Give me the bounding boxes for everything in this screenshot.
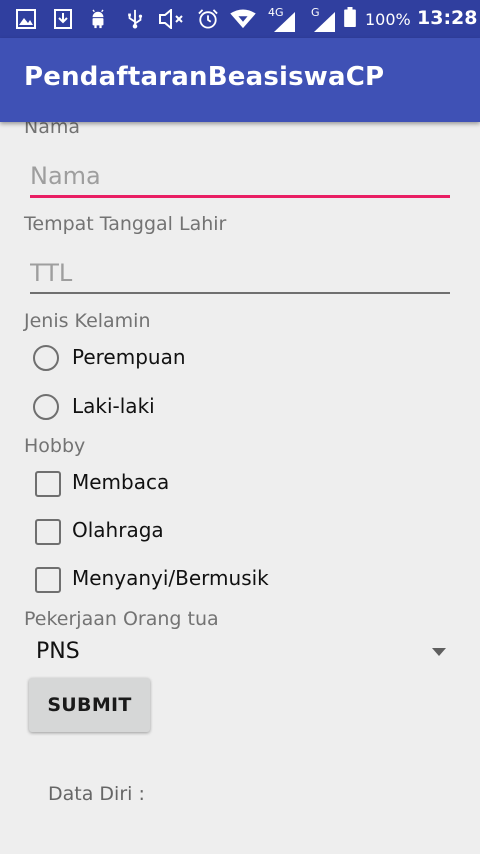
checkbox-icon bbox=[35, 567, 61, 593]
checkbox-menyanyi-label: Menyanyi/Bermusik bbox=[72, 566, 269, 590]
ttl-underline bbox=[30, 292, 450, 294]
radio-button-icon bbox=[33, 394, 59, 420]
android-icon bbox=[92, 9, 104, 29]
radio-perempuan[interactable]: Perempuan bbox=[32, 343, 332, 377]
nama-input[interactable] bbox=[30, 156, 450, 196]
dropdown-arrow-icon bbox=[432, 648, 446, 656]
alarm-icon bbox=[198, 9, 218, 29]
clock-time: 13:28 bbox=[417, 7, 478, 29]
ttl-label: Tempat Tanggal Lahir bbox=[24, 213, 227, 235]
submit-button[interactable]: SUBMIT bbox=[29, 678, 150, 732]
app-title: PendaftaranBeasiswaCP bbox=[24, 62, 385, 92]
battery-percent: 100% bbox=[365, 10, 411, 29]
download-icon bbox=[54, 9, 72, 29]
pekerjaan-selected-value: PNS bbox=[36, 639, 80, 664]
ttl-input[interactable] bbox=[30, 253, 450, 293]
radio-laki-laki[interactable]: Laki-laki bbox=[32, 392, 332, 426]
checkbox-icon bbox=[35, 519, 61, 545]
nama-label: Nama bbox=[24, 122, 81, 138]
checkbox-olahraga[interactable]: Olahraga bbox=[32, 516, 332, 550]
battery-icon bbox=[344, 7, 356, 27]
network-g-label: G bbox=[311, 6, 320, 19]
checkbox-menyanyi[interactable]: Menyanyi/Bermusik bbox=[32, 564, 332, 598]
image-icon bbox=[16, 9, 36, 29]
form-container: Nama Tempat Tanggal Lahir Jenis Kelamin … bbox=[0, 122, 480, 854]
nama-underline bbox=[30, 195, 450, 198]
pekerjaan-spinner[interactable]: PNS bbox=[24, 632, 454, 672]
radio-laki-laki-label: Laki-laki bbox=[72, 394, 155, 418]
gender-label: Jenis Kelamin bbox=[24, 310, 151, 332]
usb-icon bbox=[128, 9, 143, 29]
network-4g-label: 4G bbox=[268, 6, 284, 19]
hobby-label: Hobby bbox=[24, 435, 86, 457]
app-bar: PendaftaranBeasiswaCP bbox=[0, 38, 480, 122]
status-bar: 4G G 100% 13:28 bbox=[0, 0, 480, 38]
data-diri-label: Data Diri : bbox=[48, 783, 145, 805]
radio-perempuan-label: Perempuan bbox=[72, 345, 186, 369]
checkbox-icon bbox=[35, 471, 61, 497]
mute-icon bbox=[159, 9, 183, 29]
checkbox-olahraga-label: Olahraga bbox=[72, 518, 164, 542]
pekerjaan-label: Pekerjaan Orang tua bbox=[24, 608, 219, 630]
wifi-icon bbox=[230, 9, 256, 29]
radio-button-icon bbox=[33, 345, 59, 371]
checkbox-membaca-label: Membaca bbox=[72, 470, 170, 494]
checkbox-membaca[interactable]: Membaca bbox=[32, 468, 332, 502]
